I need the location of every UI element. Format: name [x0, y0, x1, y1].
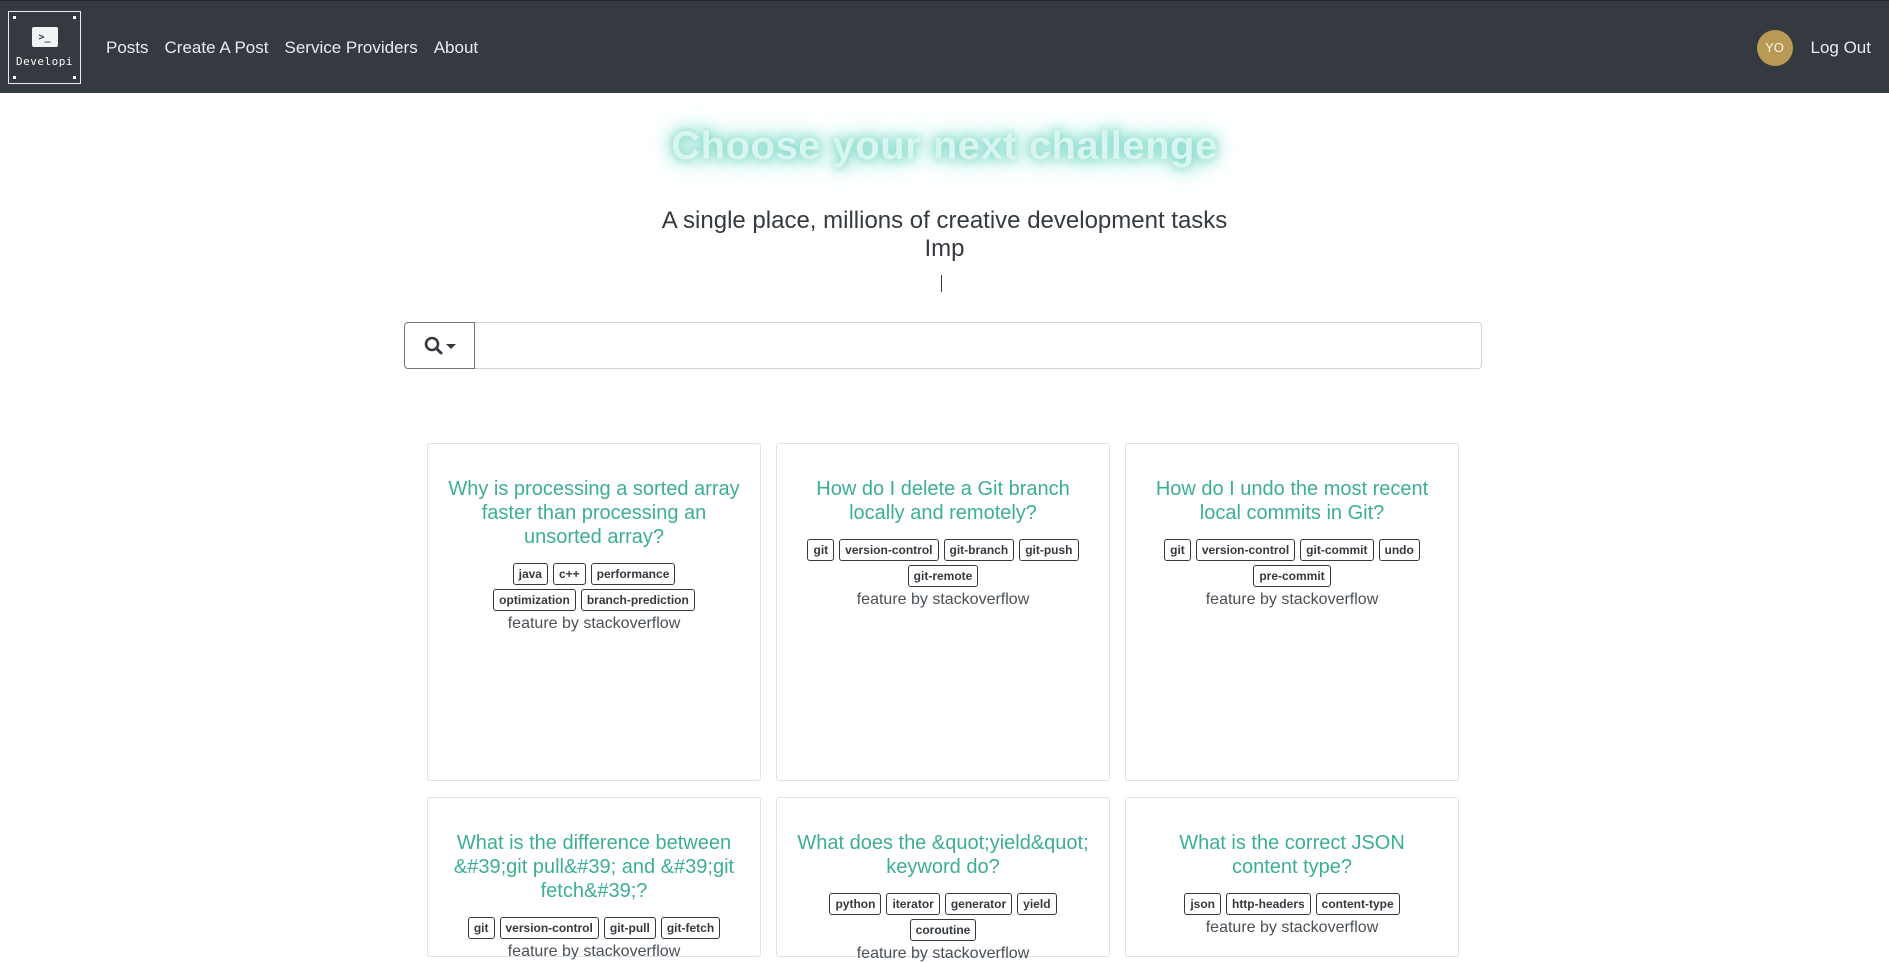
logo-corner: [13, 16, 16, 19]
card-title[interactable]: How do I delete a Git branch locally and…: [795, 477, 1091, 525]
tag[interactable]: version-control: [1195, 539, 1296, 561]
tag[interactable]: pre-commit: [1253, 565, 1331, 587]
logout-link[interactable]: Log Out: [1811, 38, 1872, 58]
feature-credit: feature by stackoverflow: [1205, 591, 1379, 608]
feature-credit: feature by stackoverflow: [856, 945, 1030, 962]
nav-right: YO Log Out: [1756, 1, 1872, 94]
feature-credit: feature by stackoverflow: [507, 943, 681, 960]
logo-corner: [13, 76, 16, 79]
tag[interactable]: undo: [1378, 539, 1420, 561]
tag[interactable]: optimization: [493, 589, 576, 611]
logo-corner: [73, 76, 76, 79]
navbar: >_ Developi Posts Create A Post Service …: [0, 0, 1889, 93]
search-bar: [404, 322, 1482, 369]
tag[interactable]: java: [512, 563, 548, 585]
card-title[interactable]: What does the &quot;yield&quot; keyword …: [795, 831, 1091, 879]
tag-list: python iterator generator yield coroutin…: [795, 893, 1091, 941]
post-card: Why is processing a sorted array faster …: [427, 443, 761, 781]
card-title[interactable]: How do I undo the most recent local comm…: [1144, 477, 1440, 525]
tag[interactable]: version-control: [839, 539, 939, 561]
tag-list: git version-control git-pull git-fetch: [446, 917, 742, 939]
tag-list: java c++ performance optimization branch…: [446, 563, 742, 611]
card-title[interactable]: What is the correct JSON content type?: [1144, 831, 1440, 879]
post-card: What is the correct JSON content type? j…: [1125, 797, 1459, 957]
tag[interactable]: performance: [590, 563, 676, 585]
post-card: How do I delete a Git branch locally and…: [776, 443, 1110, 781]
tag[interactable]: c++: [552, 563, 586, 585]
brand-logo[interactable]: >_ Developi: [8, 11, 81, 84]
search-icon: [424, 336, 456, 354]
tag-list: json http-headers content-type: [1144, 893, 1440, 915]
nav-links: Posts Create A Post Service Providers Ab…: [106, 1, 494, 94]
avatar[interactable]: YO: [1756, 29, 1793, 66]
tag[interactable]: generator: [944, 893, 1013, 915]
tag[interactable]: version-control: [499, 917, 599, 939]
tag[interactable]: git-branch: [943, 539, 1015, 561]
card-title[interactable]: Why is processing a sorted array faster …: [446, 477, 742, 549]
terminal-icon: >_: [31, 27, 58, 47]
tag[interactable]: http-headers: [1225, 893, 1311, 915]
tag[interactable]: git-commit: [1300, 539, 1374, 561]
tag[interactable]: git-remote: [907, 565, 979, 587]
brand-text: Developi: [16, 55, 73, 68]
search-input[interactable]: [475, 322, 1482, 369]
tag[interactable]: git: [807, 539, 835, 561]
feature-credit: feature by stackoverflow: [856, 591, 1030, 608]
post-card: What does the &quot;yield&quot; keyword …: [776, 797, 1110, 962]
typed-text: Imp: [924, 235, 965, 262]
card-title[interactable]: What is the difference between &#39;git …: [446, 831, 742, 903]
nav-link-posts[interactable]: Posts: [106, 38, 149, 58]
post-card: How do I undo the most recent local comm…: [1125, 443, 1459, 781]
tag[interactable]: content-type: [1315, 893, 1400, 915]
tag[interactable]: coroutine: [909, 919, 977, 941]
logo-corner: [73, 16, 76, 19]
nav-link-about[interactable]: About: [434, 38, 478, 58]
tag[interactable]: git: [467, 917, 495, 939]
tag-list: git version-control git-branch git-push …: [795, 539, 1091, 587]
hero-subtitle: A single place, millions of creative dev…: [661, 207, 1228, 234]
typing-cursor: [941, 275, 942, 292]
nav-link-create-post[interactable]: Create A Post: [165, 38, 269, 58]
tag[interactable]: branch-prediction: [580, 589, 695, 611]
hero-title: Choose your next challenge: [671, 124, 1218, 168]
post-card: What is the difference between &#39;git …: [427, 797, 761, 960]
caret-down-icon: [445, 343, 456, 349]
tag[interactable]: python: [829, 893, 882, 915]
search-filter-button[interactable]: [404, 322, 475, 369]
tag[interactable]: git: [1164, 539, 1191, 561]
tag[interactable]: git-pull: [603, 917, 656, 939]
tag[interactable]: json: [1184, 893, 1221, 915]
feature-credit: feature by stackoverflow: [1205, 919, 1379, 936]
tag[interactable]: iterator: [886, 893, 940, 915]
tag[interactable]: yield: [1017, 893, 1057, 915]
tag[interactable]: git-fetch: [660, 917, 721, 939]
tag-list: git version-control git-commit undo pre-…: [1144, 539, 1440, 587]
feature-credit: feature by stackoverflow: [507, 615, 681, 632]
nav-link-service-providers[interactable]: Service Providers: [284, 38, 417, 58]
tag[interactable]: git-push: [1019, 539, 1079, 561]
